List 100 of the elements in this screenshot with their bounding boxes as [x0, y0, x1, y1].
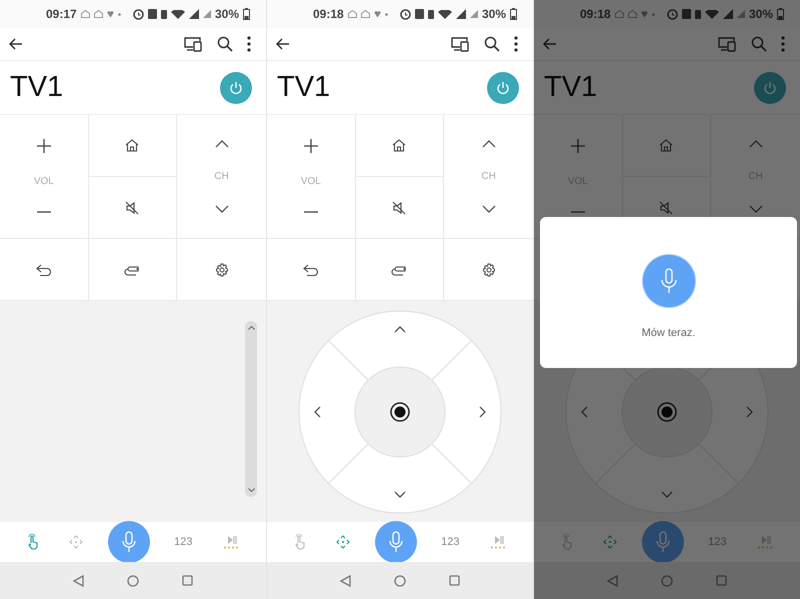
four-arrows-icon	[603, 535, 618, 549]
status-time: 09:17	[46, 7, 77, 21]
heart-notification-icon	[374, 10, 381, 18]
input-source-icon	[124, 264, 140, 276]
plus-icon	[570, 139, 585, 154]
signal-icon	[188, 9, 199, 19]
battery-icon	[777, 8, 784, 20]
recents-square-icon[interactable]	[449, 575, 460, 586]
settings-icon	[214, 262, 229, 276]
minus-icon	[570, 210, 585, 214]
play-pause-icon	[222, 535, 239, 549]
battery-percentage: 30%	[482, 7, 506, 21]
chevron-up-icon	[748, 140, 763, 148]
home-circle-icon[interactable]	[661, 574, 673, 586]
power-icon	[229, 80, 243, 94]
four-arrows-icon	[69, 535, 84, 549]
home-circle-icon[interactable]	[127, 574, 139, 586]
home-icon	[125, 139, 140, 152]
search-icon	[217, 36, 233, 52]
microphone-icon	[122, 531, 136, 553]
speak-now-prompt: Mów teraz.	[642, 326, 696, 338]
ok-button-icon[interactable]	[390, 402, 410, 422]
more-vertical-icon	[781, 36, 785, 52]
minus-icon	[36, 210, 51, 214]
play-pause-icon	[490, 535, 506, 549]
signal-icon	[470, 10, 478, 18]
alarm-clock-icon	[132, 8, 144, 20]
device-title: TV1	[277, 71, 332, 104]
signal-icon	[456, 9, 466, 19]
back-triangle-icon[interactable]	[607, 574, 618, 586]
back-triangle-icon[interactable]	[340, 574, 351, 586]
recents-square-icon[interactable]	[182, 575, 193, 586]
power-button[interactable]	[220, 72, 252, 104]
plus-icon	[304, 139, 318, 154]
power-icon	[763, 80, 777, 94]
status-time: 09:18	[313, 7, 344, 21]
signal-icon	[722, 9, 733, 19]
return-arrow-icon	[36, 264, 52, 276]
speaker-muted-icon	[659, 200, 674, 214]
cast-screen-icon	[183, 36, 203, 52]
cast-screen-icon	[717, 36, 737, 52]
alarm-clock-icon	[666, 8, 678, 20]
search-icon	[751, 36, 767, 52]
volume-label: VOL	[34, 176, 54, 187]
power-button[interactable]	[487, 72, 519, 104]
back-arrow-icon	[543, 38, 557, 50]
input-source-icon	[391, 264, 408, 276]
signal-icon	[736, 10, 745, 18]
wifi-icon	[170, 10, 185, 18]
power-icon	[496, 80, 510, 94]
alarm-clock-icon	[400, 8, 411, 20]
dot-icon	[118, 12, 121, 16]
return-arrow-icon	[302, 264, 319, 276]
plus-icon	[36, 139, 51, 154]
dot-icon	[652, 12, 655, 16]
battery-icon	[243, 8, 250, 20]
channel-label: CH	[481, 170, 496, 182]
chevron-up-icon	[214, 140, 229, 148]
volume-label: VOL	[300, 176, 321, 187]
back-arrow-icon	[276, 38, 290, 50]
device-title: TV1	[10, 71, 64, 104]
chevron-down-icon	[482, 205, 496, 214]
heart-notification-icon	[106, 10, 114, 18]
chevron-down-icon	[748, 205, 763, 214]
home-icon	[659, 139, 674, 152]
wifi-icon	[704, 10, 719, 18]
device-title: TV1	[544, 71, 598, 104]
microphone-icon	[656, 531, 670, 553]
wifi-icon	[438, 10, 452, 18]
microphone-icon	[660, 268, 676, 294]
dot-icon	[384, 12, 388, 16]
chevron-up-icon	[248, 326, 254, 330]
voice-button[interactable]	[374, 521, 417, 563]
status-time: 09:18	[580, 7, 611, 21]
recents-square-icon[interactable]	[716, 575, 727, 586]
search-icon	[484, 36, 500, 52]
chevron-down-icon	[248, 488, 254, 492]
voice-button[interactable]	[108, 521, 150, 563]
signal-icon	[202, 10, 211, 18]
chevron-up-icon	[482, 140, 496, 148]
four-arrows-icon	[336, 535, 350, 549]
microphone-icon	[388, 531, 403, 553]
chevron-down-icon	[214, 205, 229, 214]
more-vertical-icon	[247, 36, 251, 52]
battery-icon	[510, 8, 517, 20]
microphone-button[interactable]	[642, 254, 694, 306]
back-arrow-icon	[9, 38, 23, 50]
channel-label: CH	[214, 170, 229, 182]
battery-percentage: 30%	[214, 7, 239, 21]
minus-icon	[304, 210, 318, 214]
home-circle-icon[interactable]	[394, 574, 406, 586]
power-button[interactable]	[754, 72, 786, 104]
battery-percentage: 30%	[748, 7, 773, 21]
speaker-muted-icon	[392, 200, 406, 214]
cast-screen-icon	[450, 36, 470, 52]
number-pad-tab[interactable]: 123	[435, 532, 466, 552]
number-pad-tab[interactable]: 123	[168, 532, 198, 552]
back-triangle-icon[interactable]	[73, 574, 84, 586]
more-vertical-icon	[514, 36, 518, 52]
settings-icon	[482, 262, 496, 276]
